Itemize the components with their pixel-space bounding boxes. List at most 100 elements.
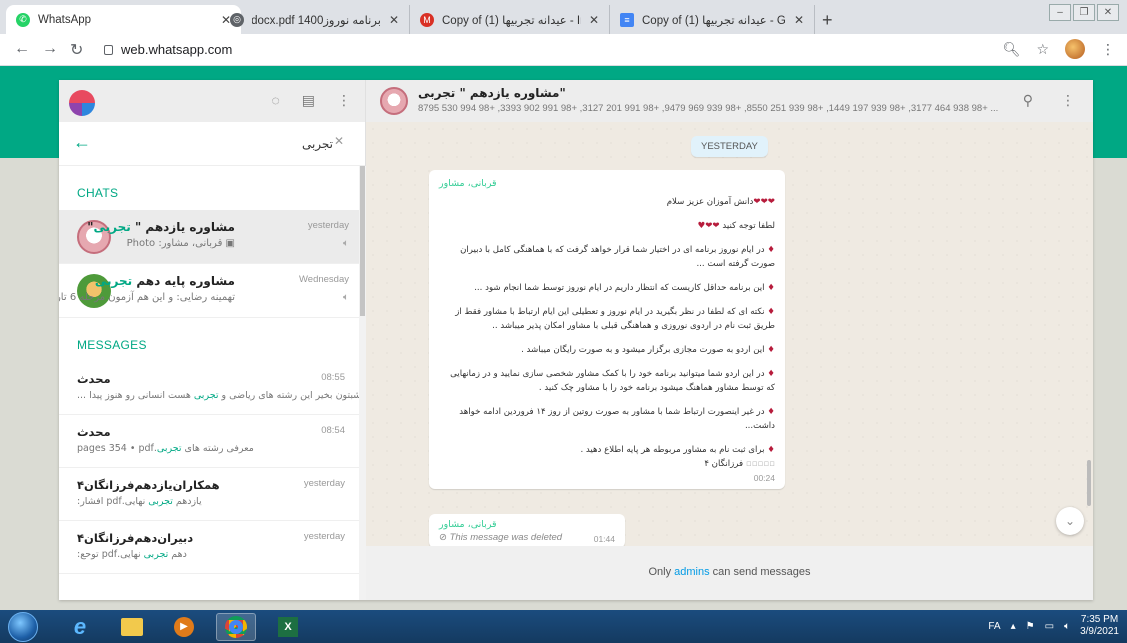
chat-time: Wednesday bbox=[299, 274, 349, 285]
diamond-icon: ♦ bbox=[767, 369, 775, 379]
message-sender: محدث bbox=[77, 372, 111, 386]
browser-menu-icon[interactable]: ⋮ bbox=[1101, 41, 1115, 58]
browser-tabstrip: ✆ WhatsApp ✕ ◎ برنامه نوروز1400 docx.pdf… bbox=[0, 0, 1127, 34]
sidebar-header: ◌ ▤ ⋮ bbox=[59, 80, 365, 122]
media-player-icon[interactable]: ▶ bbox=[164, 613, 204, 641]
group-members: 8795 530 994 98+ ,3393 902 991 98+ ,3127… bbox=[418, 103, 999, 114]
back-arrow-icon[interactable]: ← bbox=[73, 132, 91, 153]
message-time: yesterday bbox=[303, 531, 345, 542]
chat-preview: ▣ قربانی، مشاور: Photo bbox=[126, 238, 235, 249]
search-results: CHATS مشاوره یازدهم " تجربی" yesterday ▣… bbox=[59, 166, 359, 600]
message-time: 00:24 bbox=[753, 473, 775, 483]
close-window-icon[interactable]: ✕ bbox=[1097, 4, 1119, 21]
system-tray: FA ▴ ⚑ ▭ 🔈︎ 7:35 PM 3/9/2021 bbox=[988, 614, 1119, 638]
network-icon[interactable]: ▭ bbox=[1045, 621, 1054, 632]
menu-icon[interactable]: ⋮ bbox=[1061, 92, 1075, 109]
diamond-icon: ♦ bbox=[767, 407, 775, 417]
diamond-icon: ♦ bbox=[767, 307, 775, 317]
message-text: ❤❤❤دانش آموزان عزیز سلام لطفا توجه کنید … bbox=[450, 197, 775, 469]
chat-name: مشاوره پایه دهم تجربی bbox=[94, 274, 235, 288]
section-messages: MESSAGES bbox=[77, 338, 147, 352]
message-sender: همکاران‌یازدهم‌فرزانگان۴ bbox=[77, 478, 220, 492]
sidebar: ◌ ▤ ⋮ ← ✕ CHATS مشاوره یازدهم " تجربی" y… bbox=[59, 80, 366, 600]
message-time: 08:55 bbox=[321, 372, 345, 383]
message-snippet: سلام شبتون بخیر این رشته های ریاضی و تجر… bbox=[77, 390, 359, 401]
excel-icon[interactable]: X bbox=[268, 613, 308, 641]
reload-icon[interactable]: ↻ bbox=[70, 40, 83, 60]
chat-preview: تهمینه رضایی: و این هم آزمون مرحله 6 تار… bbox=[59, 292, 235, 303]
avatar[interactable] bbox=[69, 90, 95, 116]
date-divider: YESTERDAY bbox=[691, 136, 768, 157]
back-icon[interactable]: ← bbox=[14, 40, 30, 58]
diamond-icon: ♦ bbox=[767, 283, 775, 293]
message-time: 01:44 bbox=[593, 534, 615, 544]
group-name: مشاوره یازدهم " تجربی" bbox=[418, 86, 566, 100]
sidebar-scrollbar[interactable] bbox=[359, 166, 366, 600]
new-tab-icon[interactable]: + bbox=[822, 10, 833, 31]
zoom-icon[interactable]: 🔍︎ bbox=[1003, 41, 1021, 58]
message-result[interactable]: دبیران‌دهم‌فرزانگان۴ yesterday دهم تجربی… bbox=[59, 521, 359, 574]
message-result[interactable]: محدث 08:54 معرفی رشته های تجربی.pages 35… bbox=[59, 415, 359, 468]
message-result[interactable]: محدث 08:55 سلام شبتون بخیر این رشته های … bbox=[59, 362, 359, 415]
clear-search-icon[interactable]: ✕ bbox=[334, 134, 344, 148]
heart-emoji-icon: ❤❤❤ bbox=[753, 197, 775, 207]
message-sender: محدث bbox=[77, 425, 111, 439]
message-snippet: یازدهم تجربی نهایی.pdf افشار: bbox=[77, 496, 202, 507]
admins-link[interactable]: admins bbox=[674, 566, 709, 578]
tab-google-docs[interactable]: ≡ Copy of (1) عیدانه تجربیها - Google ✕ bbox=[610, 5, 815, 34]
conversation-header[interactable]: مشاوره یازدهم " تجربی" 8795 530 994 98+ … bbox=[366, 80, 1093, 122]
tab-pdf[interactable]: ◎ برنامه نوروز1400 docx.pdf ✕ bbox=[220, 5, 410, 34]
chat-item[interactable]: مشاوره پایه دهم تجربی Wednesday تهمینه ر… bbox=[59, 264, 359, 318]
blocked-icon: ⊘ bbox=[439, 532, 450, 543]
tab-gmail[interactable]: M Copy of (1) عیدانه تجربیها - Invitatio… bbox=[410, 5, 610, 34]
clock[interactable]: 7:35 PM 3/9/2021 bbox=[1080, 614, 1119, 638]
message-time: yesterday bbox=[303, 478, 345, 489]
chat-item[interactable]: مشاوره یازدهم " تجربی" yesterday ▣ قربان… bbox=[59, 210, 359, 264]
diamond-icon: ♦ bbox=[767, 245, 775, 255]
menu-icon[interactable]: ⋮ bbox=[337, 92, 351, 109]
conversation-scrollbar[interactable] bbox=[1087, 460, 1091, 506]
mute-icon: 🔈︎ bbox=[343, 238, 349, 249]
close-tab-icon[interactable]: ✕ bbox=[389, 13, 399, 27]
explorer-icon[interactable] bbox=[112, 613, 152, 641]
action-center-icon[interactable]: ⚑ bbox=[1026, 621, 1035, 632]
address-bar[interactable]: web.whatsapp.com bbox=[104, 42, 232, 57]
search-input[interactable] bbox=[109, 134, 359, 154]
message-result[interactable]: همکاران‌یازدهم‌فرزانگان۴ yesterday یازده… bbox=[59, 468, 359, 521]
window-controls: – ❐ ✕ bbox=[1049, 4, 1119, 21]
message-snippet: معرفی رشته های تجربی.pages 354 • pdf bbox=[77, 443, 254, 454]
new-chat-icon[interactable]: ▤ bbox=[302, 92, 315, 109]
diamond-icon: ♦ bbox=[767, 345, 775, 355]
forward-icon[interactable]: → bbox=[42, 40, 58, 58]
message-sender: قربانی، مشاور bbox=[439, 519, 497, 530]
message-sender: قربانی، مشاور bbox=[439, 178, 497, 189]
scroll-down-button[interactable]: ⌄ bbox=[1056, 507, 1084, 535]
ie-icon[interactable]: e bbox=[60, 613, 100, 641]
start-button[interactable] bbox=[8, 612, 38, 642]
deleted-message-bubble[interactable]: قربانی، مشاور ⊘ This message was deleted… bbox=[429, 514, 625, 546]
close-tab-icon[interactable]: ✕ bbox=[794, 13, 804, 27]
status-icon[interactable]: ◌ bbox=[271, 92, 279, 109]
close-tab-icon[interactable]: ✕ bbox=[589, 13, 599, 27]
google-docs-icon: ≡ bbox=[620, 12, 634, 27]
star-icon[interactable]: ☆ bbox=[1036, 41, 1049, 58]
minimize-icon[interactable]: – bbox=[1049, 4, 1071, 21]
volume-icon[interactable]: 🔈︎ bbox=[1064, 621, 1070, 632]
chat-time: yesterday bbox=[307, 220, 349, 231]
search-icon[interactable]: ⚲ bbox=[1023, 92, 1033, 109]
tab-whatsapp[interactable]: ✆ WhatsApp ✕ bbox=[6, 5, 241, 34]
profile-avatar[interactable] bbox=[1065, 39, 1085, 59]
chat-name: مشاوره یازدهم " تجربی" bbox=[87, 220, 235, 234]
group-avatar[interactable] bbox=[380, 87, 408, 115]
language-indicator[interactable]: FA bbox=[988, 621, 1000, 632]
globe-icon: ◎ bbox=[230, 12, 244, 27]
show-hidden-icons[interactable]: ▴ bbox=[1011, 621, 1016, 632]
maximize-icon[interactable]: ❐ bbox=[1073, 4, 1095, 21]
flower-emoji-icon: ▫▫▫▫▫ bbox=[743, 459, 775, 469]
message-sender: دبیران‌دهم‌فرزانگان۴ bbox=[77, 531, 194, 545]
admins-only-notice: Only admins can send messages bbox=[366, 546, 1093, 600]
browser-toolbar: ← → ↻ web.whatsapp.com 🔍︎ ☆ ⋮ bbox=[0, 34, 1127, 66]
message-bubble[interactable]: قربانی، مشاور ❤❤❤دانش آموزان عزیز سلام ل… bbox=[429, 170, 785, 489]
whatsapp-icon: ✆ bbox=[16, 12, 30, 27]
chrome-icon[interactable] bbox=[216, 613, 256, 641]
